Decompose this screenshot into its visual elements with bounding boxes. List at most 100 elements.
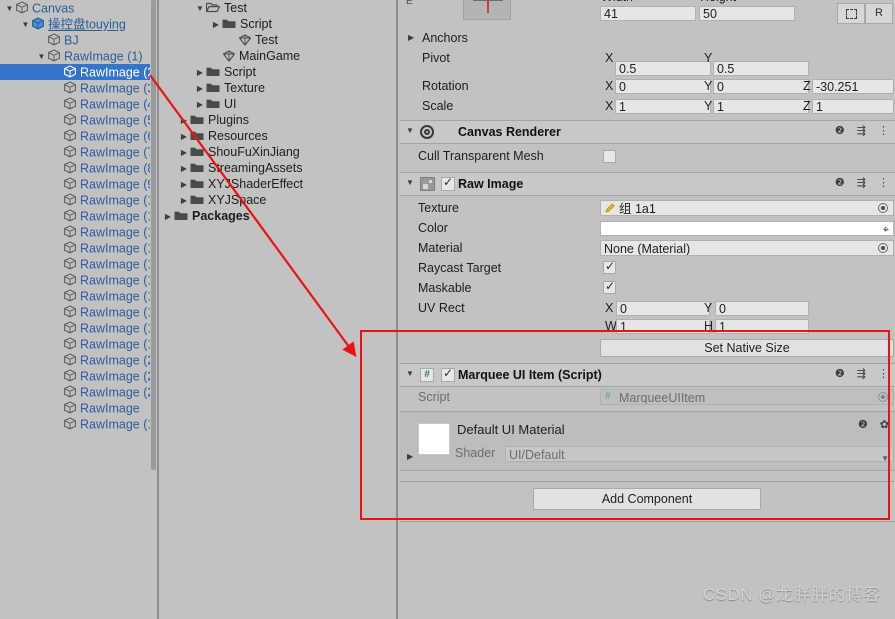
marquee-header-icons[interactable]: ❷ ⇶ ⋮ <box>826 367 889 380</box>
scale-z-input[interactable]: 1 <box>812 99 894 114</box>
project-row-streamingassets[interactable]: ▶ StreamingAssets <box>160 160 398 176</box>
project-row-xyjspace[interactable]: ▶ XYJSpace <box>160 192 398 208</box>
eyedropper-icon[interactable]: ⌖ <box>883 224 889 237</box>
material-object-field[interactable]: None (Material) <box>600 240 894 256</box>
chevron-right-icon[interactable]: ▶ <box>194 97 206 113</box>
texture-object-picker-icon[interactable] <box>878 203 888 213</box>
anchor-preset-widget[interactable] <box>463 0 511 20</box>
hierarchy-row-rawimage-2[interactable]: ▶ RawImage (2) <box>0 64 158 80</box>
hierarchy-row-rawimage-5[interactable]: ▶ RawImage (5) <box>0 112 158 128</box>
blueprint-mode-button[interactable] <box>837 3 865 24</box>
hierarchy-row-bj[interactable]: ▶ BJ <box>0 32 158 48</box>
hierarchy-row-rawimage-16[interactable]: ▶ RawImage (16) <box>0 288 158 304</box>
hierarchy-scrollbar[interactable] <box>150 0 157 619</box>
hierarchy-row-rawimage[interactable]: ▶ RawImage <box>0 400 158 416</box>
raw-image-header[interactable]: ▼ Raw Image ❷ ⇶ ⋮ <box>400 172 895 196</box>
project-row-shoufuxinjiang[interactable]: ▶ ShouFuXinJiang <box>160 144 398 160</box>
chevron-down-icon[interactable]: ▼ <box>4 1 15 17</box>
hierarchy-row-canvas[interactable]: ▼ Canvas <box>0 0 158 16</box>
project-row-resources[interactable]: ▶ Resources <box>160 128 398 144</box>
hierarchy-panel[interactable]: ▼Canvas▼操控盘touying›▶BJ▼RawImage (1)▶RawI… <box>0 0 158 619</box>
hierarchy-row-rawimage-19[interactable]: ▶ RawImage (19) <box>0 336 158 352</box>
help-icon[interactable]: ❷ <box>835 367 845 380</box>
uv-rect-y-input[interactable]: 0 <box>715 301 809 316</box>
rotation-x-input[interactable]: 0 <box>615 79 711 94</box>
hierarchy-row-rawimage-9[interactable]: ▶ RawImage (9) <box>0 176 158 192</box>
material-preview-icons[interactable]: ❷ ✿ <box>849 418 889 431</box>
material-object-picker-icon[interactable] <box>878 243 888 253</box>
hierarchy-row-rawimage-3[interactable]: ▶ RawImage (3) <box>0 80 158 96</box>
chevron-right-icon[interactable]: ▶ <box>210 17 222 33</box>
gear-icon[interactable]: ✿ <box>880 418 889 431</box>
canvas-renderer-header-icons[interactable]: ❷ ⇶ ⋮ <box>826 124 889 137</box>
chevron-down-icon[interactable]: ▼ <box>194 1 206 17</box>
project-row-maingame[interactable]: ▶ MainGame <box>160 48 398 64</box>
chevron-right-icon[interactable]: ▶ <box>178 129 190 145</box>
hierarchy-row-touying[interactable]: ▼操控盘touying› <box>0 16 158 32</box>
raw-edit-mode-button[interactable]: R <box>865 3 893 24</box>
add-component-button[interactable]: Add Component <box>533 488 761 510</box>
preset-icon[interactable]: ⇶ <box>857 367 866 380</box>
width-input[interactable]: 41 <box>600 6 696 21</box>
project-row-test[interactable]: ▶ Test <box>160 32 398 48</box>
chevron-right-icon[interactable]: ▶ <box>194 65 206 81</box>
kebab-menu-icon[interactable]: ⋮ <box>878 124 889 137</box>
rotation-y-input[interactable]: 0 <box>713 79 809 94</box>
kebab-menu-icon[interactable]: ⋮ <box>878 367 889 380</box>
kebab-menu-icon[interactable]: ⋮ <box>878 176 889 189</box>
preset-icon[interactable]: ⇶ <box>857 176 866 189</box>
raw-image-header-icons[interactable]: ❷ ⇶ ⋮ <box>826 176 889 189</box>
hierarchy-row-rawimage-18[interactable]: ▶ RawImage (18) <box>0 320 158 336</box>
anchors-foldout-triangle-icon[interactable]: ▶ <box>408 33 414 42</box>
hierarchy-tree[interactable]: ▼Canvas▼操控盘touying›▶BJ▼RawImage (1)▶RawI… <box>0 0 158 432</box>
uv-rect-x-input[interactable]: 0 <box>616 301 710 316</box>
hierarchy-row-rawimage-7[interactable]: ▶ RawImage (7) <box>0 144 158 160</box>
raw-image-foldout-icon[interactable]: ▼ <box>406 178 414 187</box>
hierarchy-row-rawimage-22[interactable]: ▶ RawImage (22) <box>0 384 158 400</box>
help-icon[interactable]: ❷ <box>858 418 868 431</box>
project-panel[interactable]: ▼Test▶Script▶Test▶MainGame▶Script▶Textur… <box>160 0 398 619</box>
hierarchy-scrollbar-thumb[interactable] <box>151 0 156 470</box>
hierarchy-row-rawimage-6[interactable]: ▶ RawImage (6) <box>0 128 158 144</box>
hierarchy-row-rawimage-21[interactable]: ▶ RawImage (21) <box>0 368 158 384</box>
hierarchy-row-rawimage-14[interactable]: ▶ RawImage (14) <box>0 256 158 272</box>
maskable-checkbox[interactable] <box>603 279 616 294</box>
uv-rect-w-input[interactable]: 1 <box>616 319 710 334</box>
texture-object-field[interactable]: 组 1a1 <box>600 200 894 216</box>
raycast-target-checkbox[interactable] <box>603 259 616 274</box>
hierarchy-row-rawimage-10[interactable]: ▶ RawImage (10) <box>0 192 158 208</box>
chevron-right-icon[interactable]: ▶ <box>178 113 190 129</box>
panel-divider-hierarchy-project[interactable] <box>157 0 159 619</box>
chevron-right-icon[interactable]: ▶ <box>178 161 190 177</box>
project-row-script[interactable]: ▶ Script <box>160 64 398 80</box>
chevron-right-icon[interactable]: ▶ <box>178 193 190 209</box>
hierarchy-row-rawimage-11[interactable]: ▶ RawImage (11) <box>0 208 158 224</box>
hierarchy-row-rawimage-1[interactable]: ▶ RawImage (1) <box>0 416 158 432</box>
scale-x-input[interactable]: 1 <box>615 99 711 114</box>
chevron-down-icon[interactable]: ▼ <box>20 17 31 33</box>
chevron-right-icon[interactable]: ▶ <box>162 209 174 225</box>
canvas-renderer-foldout-icon[interactable]: ▼ <box>406 126 414 135</box>
chevron-right-icon[interactable]: ▶ <box>178 145 190 161</box>
help-icon[interactable]: ❷ <box>835 176 845 189</box>
set-native-size-button[interactable]: Set Native Size <box>600 339 894 357</box>
project-row-texture[interactable]: ▶ Texture <box>160 80 398 96</box>
raw-image-enabled-checkbox[interactable] <box>441 175 455 191</box>
pivot-y-input[interactable]: 0.5 <box>713 61 809 76</box>
marquee-enabled-checkbox[interactable] <box>441 366 455 382</box>
project-row-test[interactable]: ▼ Test <box>160 0 398 16</box>
marquee-ui-item-header[interactable]: ▼ # Marquee UI Item (Script) ❷ ⇶ ⋮ <box>400 363 895 387</box>
chevron-down-icon[interactable]: ▼ <box>36 49 47 65</box>
hierarchy-row-rawimage-17[interactable]: ▶ RawImage (17) <box>0 304 158 320</box>
hierarchy-row-rawimage-20[interactable]: ▶ RawImage (20) <box>0 352 158 368</box>
project-row-packages[interactable]: ▶ Packages <box>160 208 398 224</box>
marquee-foldout-icon[interactable]: ▼ <box>406 369 414 378</box>
project-tree[interactable]: ▼Test▶Script▶Test▶MainGame▶Script▶Textur… <box>160 0 398 224</box>
hierarchy-row-rawimage-13[interactable]: ▶ RawImage (13) <box>0 240 158 256</box>
inspector-panel[interactable]: E Width Height 41 50 R Anchors ▶ Pivot X… <box>400 0 895 619</box>
hierarchy-row-rawimage-12[interactable]: ▶ RawImage (12) <box>0 224 158 240</box>
hierarchy-row-rawimage-15[interactable]: ▶ RawImage (15) <box>0 272 158 288</box>
preset-icon[interactable]: ⇶ <box>857 124 866 137</box>
hierarchy-row-rawimage-1[interactable]: ▼ RawImage (1) <box>0 48 158 64</box>
chevron-right-icon[interactable]: ▶ <box>178 177 190 193</box>
